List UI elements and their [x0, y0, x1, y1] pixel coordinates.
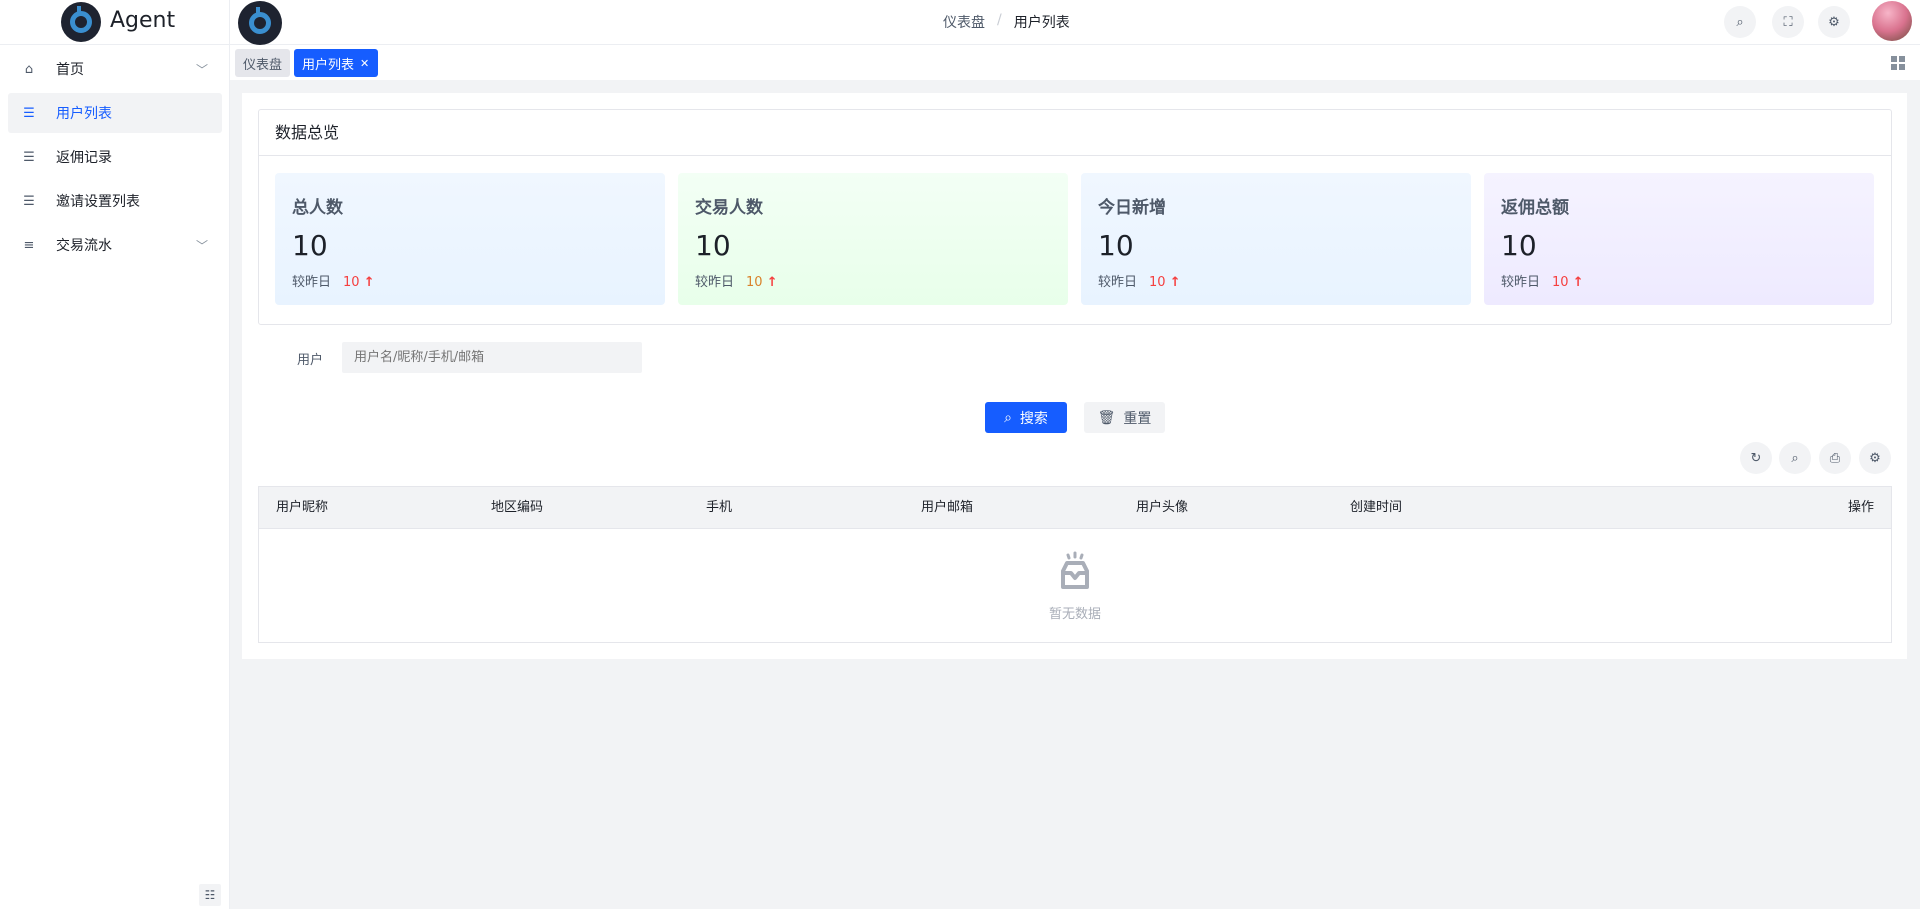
- bullet-list-icon: ≡: [23, 237, 35, 253]
- breadcrumb-separator: /: [997, 12, 1002, 28]
- stat-delta: 10: [746, 275, 763, 290]
- sidebar-item-transactions[interactable]: ≡ 交易流水 ﹀: [8, 225, 222, 265]
- list-icon: ☰: [23, 193, 35, 209]
- overview-panel: 数据总览 总人数 10 较昨日 10 ↑ 交易人数 10 较昨日 10 ↑ 今日新增…: [258, 109, 1892, 325]
- tab-label: 仪表盘: [243, 57, 283, 73]
- logo-icon: [61, 2, 101, 42]
- home-icon: ⌂: [24, 61, 34, 77]
- arrow-up-icon: ↑: [1169, 275, 1181, 290]
- sidebar-item-label: 用户列表: [56, 106, 112, 122]
- compare-label: 较昨日: [292, 275, 332, 290]
- refresh-icon[interactable]: ↻: [1740, 442, 1772, 474]
- breadcrumb: 仪表盘 / 用户列表: [943, 12, 1070, 32]
- avatar[interactable]: [1872, 1, 1912, 41]
- tab-label: 用户列表: [302, 57, 355, 73]
- compare-label: 较昨日: [695, 275, 735, 290]
- sidebar-item-label: 首页: [56, 62, 84, 78]
- list-icon: ☰: [23, 149, 35, 165]
- search-button[interactable]: ⌕ 搜索: [985, 402, 1067, 433]
- sidebar: Agent ⌂ 首页 ﹀ ☰ 用户列表 ☰ 返佣记录 ☰ 邀请设置列表 ≡ 交易流水 ﹀ ☷: [0, 0, 230, 909]
- column-header: 手机: [706, 500, 733, 515]
- compare-label: 较昨日: [1501, 275, 1541, 290]
- stat-card-trading-users: 交易人数 10 较昨日 10 ↑: [678, 173, 1068, 305]
- stat-delta: 10: [1552, 275, 1569, 290]
- stat-title: 返佣总额: [1501, 198, 1569, 218]
- sidebar-item-label: 返佣记录: [56, 150, 112, 166]
- header: 仪表盘 / 用户列表 ⌕ ⛶ ⚙: [230, 0, 1920, 45]
- breadcrumb-item[interactable]: 仪表盘: [943, 12, 985, 32]
- stat-value: 10: [292, 229, 328, 262]
- sidebar-item-home[interactable]: ⌂ 首页 ﹀: [8, 49, 222, 89]
- sidebar-item-user-list[interactable]: ☰ 用户列表: [8, 93, 222, 133]
- search-icon[interactable]: ⌕: [1779, 442, 1811, 474]
- user-table: 用户昵称 地区编码 手机 用户邮箱 用户头像 创建时间 操作 暂无数据: [258, 486, 1892, 643]
- stat-title: 今日新增: [1098, 198, 1166, 218]
- scrollbar[interactable]: [1907, 80, 1920, 909]
- column-header: 地区编码: [491, 500, 544, 515]
- gear-icon[interactable]: ⚙: [1818, 6, 1850, 38]
- tab-bar: 仪表盘 用户列表 ✕: [230, 45, 1920, 80]
- stat-card-new-today: 今日新增 10 较昨日 10 ↑: [1081, 173, 1471, 305]
- column-header: 创建时间: [1350, 500, 1403, 515]
- empty-inbox-icon: [1061, 551, 1089, 589]
- app-name: Agent: [110, 8, 176, 33]
- gear-icon[interactable]: ⚙: [1859, 442, 1891, 474]
- reset-button-label: 重置: [1123, 410, 1152, 427]
- chevron-down-icon: ﹀: [195, 62, 208, 77]
- fullscreen-icon[interactable]: ⛶: [1772, 6, 1804, 38]
- search-icon[interactable]: ⌕: [1724, 6, 1756, 38]
- user-search-input[interactable]: [342, 342, 642, 373]
- stat-value: 10: [695, 229, 731, 262]
- column-header: 用户邮箱: [921, 500, 974, 515]
- list-icon: ☰: [23, 105, 35, 121]
- brand: Agent: [0, 0, 230, 45]
- arrow-up-icon: ↑: [363, 275, 375, 290]
- search-button-label: 搜索: [1019, 410, 1048, 427]
- chevron-down-icon: ﹀: [195, 238, 208, 253]
- empty-state: 暂无数据: [259, 529, 1891, 643]
- stat-title: 总人数: [292, 198, 343, 218]
- sidebar-item-invite-settings[interactable]: ☰ 邀请设置列表: [8, 181, 222, 221]
- stat-card-total-users: 总人数 10 较昨日 10 ↑: [275, 173, 665, 305]
- user-filter-label: 用户: [297, 353, 324, 368]
- stat-value: 10: [1098, 229, 1134, 262]
- collapse-sidebar-button[interactable]: ☷: [199, 884, 221, 906]
- stat-delta: 10: [343, 275, 360, 290]
- table-header: 用户昵称 地区编码 手机 用户邮箱 用户头像 创建时间 操作: [259, 487, 1891, 529]
- empty-text: 暂无数据: [1048, 607, 1101, 622]
- compare-label: 较昨日: [1098, 275, 1138, 290]
- breadcrumb-item: 用户列表: [1013, 15, 1070, 31]
- column-header: 操作: [1847, 500, 1874, 515]
- print-icon[interactable]: ⎙: [1819, 442, 1851, 474]
- sidebar-item-label: 交易流水: [56, 238, 112, 254]
- logo-icon: [238, 1, 282, 45]
- grid-menu-icon[interactable]: [1891, 56, 1905, 70]
- tab-user-list[interactable]: 用户列表 ✕: [294, 49, 378, 77]
- stat-title: 交易人数: [695, 198, 763, 218]
- arrow-up-icon: ↑: [766, 275, 778, 290]
- reset-button[interactable]: 🗑 重置: [1084, 402, 1165, 433]
- sidebar-item-label: 邀请设置列表: [56, 194, 140, 210]
- trash-icon: 🗑: [1097, 409, 1116, 426]
- search-icon: ⌕: [1004, 409, 1012, 426]
- overview-title: 数据总览: [259, 110, 1891, 156]
- main-card: 数据总览 总人数 10 较昨日 10 ↑ 交易人数 10 较昨日 10 ↑ 今日新增…: [242, 93, 1907, 659]
- close-icon[interactable]: ✕: [360, 57, 369, 70]
- column-header: 用户头像: [1136, 500, 1189, 515]
- arrow-up-icon: ↑: [1572, 275, 1584, 290]
- tab-dashboard[interactable]: 仪表盘: [235, 49, 290, 77]
- stat-card-commission-total: 返佣总额 10 较昨日 10 ↑: [1484, 173, 1874, 305]
- column-header: 用户昵称: [276, 500, 329, 515]
- stat-value: 10: [1501, 229, 1537, 262]
- stat-delta: 10: [1149, 275, 1166, 290]
- sidebar-item-commission[interactable]: ☰ 返佣记录: [8, 137, 222, 177]
